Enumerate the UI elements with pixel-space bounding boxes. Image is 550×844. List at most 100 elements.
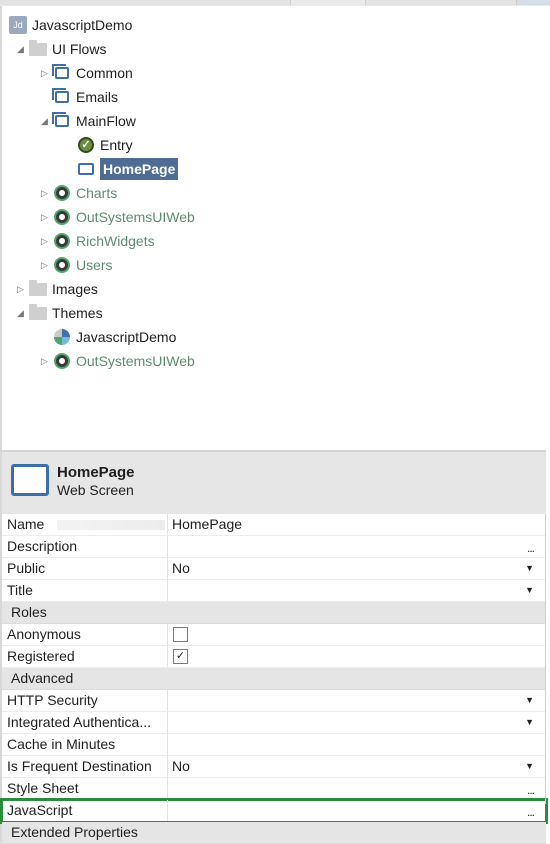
tree-item-theme-javascriptdemo[interactable]: JavascriptDemo	[52, 326, 176, 348]
collapse-triangle-icon[interactable]: ▷	[40, 260, 49, 270]
property-row-javascript[interactable]: JavaScript ...	[0, 798, 548, 824]
tree-item-homepage[interactable]: HomePage	[76, 158, 179, 180]
property-value-name[interactable]: HomePage	[172, 514, 242, 535]
expand-triangle-icon[interactable]: ◢	[40, 116, 49, 126]
properties-grid: Name HomePage Description ... Public No …	[0, 514, 548, 844]
property-label: Public	[7, 560, 46, 576]
tree-item-label-selected: HomePage	[100, 158, 179, 180]
tree-item-label: Common	[76, 65, 133, 81]
folder-icon	[28, 279, 48, 299]
property-label: JavaScript	[7, 802, 73, 818]
tree-item-charts[interactable]: ▷ Charts	[40, 182, 117, 204]
section-advanced[interactable]: Advanced	[2, 668, 546, 690]
grid-right-border	[545, 514, 546, 804]
property-row-integrated-auth[interactable]: Integrated Authentica... ▼	[2, 712, 546, 734]
folder-icon	[28, 303, 48, 323]
dropdown-arrow-icon[interactable]: ▼	[525, 756, 534, 777]
module-icon	[52, 255, 72, 275]
flow-icon	[52, 111, 72, 131]
anonymous-checkbox[interactable]	[173, 627, 188, 642]
property-label: Is Frequent Destination	[7, 758, 152, 774]
ellipsis-button[interactable]: ...	[527, 780, 535, 801]
property-row-frequent-destination[interactable]: Is Frequent Destination No ▼	[2, 756, 546, 778]
property-value-public[interactable]: No	[172, 558, 190, 579]
tree-item-images[interactable]: ▷ Images	[16, 278, 98, 300]
tree-item-emails[interactable]: Emails	[52, 86, 118, 108]
property-label: Style Sheet	[7, 780, 79, 796]
module-icon	[52, 231, 72, 251]
tree-item-label: Images	[52, 281, 98, 297]
collapse-triangle-icon[interactable]: ▷	[40, 212, 49, 222]
tab-middle[interactable]	[365, 0, 517, 5]
property-label: Title	[7, 582, 33, 598]
expand-triangle-icon[interactable]: ◢	[16, 44, 25, 54]
section-extended-properties[interactable]: Extended Properties	[2, 822, 546, 844]
section-label: Roles	[11, 604, 47, 620]
tree-item-outsystemsuiweb[interactable]: ▷ OutSystemsUIWeb	[40, 206, 195, 228]
blurred-text	[57, 520, 165, 530]
tree-item-label: JavascriptDemo	[76, 329, 177, 345]
section-label: Advanced	[11, 670, 74, 686]
ellipsis-button[interactable]: ...	[527, 802, 535, 823]
property-label: Registered	[7, 648, 75, 664]
property-label: Cache in Minutes	[7, 736, 116, 752]
flow-icon	[52, 87, 72, 107]
module-icon	[52, 183, 72, 203]
tree-item-theme-outsystemsuiweb[interactable]: ▷ OutSystemsUIWeb	[40, 350, 195, 372]
property-row-cache[interactable]: Cache in Minutes	[2, 734, 546, 756]
registered-checkbox[interactable]: ✓	[173, 649, 188, 664]
tree-item-richwidgets[interactable]: ▷ RichWidgets	[40, 230, 155, 252]
entry-icon: ✓	[76, 135, 96, 155]
tree-item-ui-flows[interactable]: ◢ UI Flows	[16, 38, 106, 60]
dropdown-arrow-icon[interactable]: ▼	[525, 690, 534, 711]
theme-icon	[52, 327, 72, 347]
tree-item-label: OutSystemsUIWeb	[76, 353, 195, 369]
property-label: Integrated Authentica...	[7, 714, 151, 730]
collapse-triangle-icon[interactable]: ▷	[40, 356, 49, 366]
folder-icon	[28, 39, 48, 59]
tab-right[interactable]	[517, 0, 550, 5]
web-screen-icon	[11, 464, 49, 496]
property-row-http-security[interactable]: HTTP Security ▼	[2, 690, 546, 712]
tree-item-label: UI Flows	[52, 41, 107, 57]
property-row-public[interactable]: Public No ▼	[2, 558, 546, 580]
tree-item-common[interactable]: ▷ Common	[40, 62, 133, 84]
dropdown-arrow-icon[interactable]: ▼	[525, 558, 534, 579]
tree-item-label: Charts	[76, 185, 118, 201]
tree-item-themes[interactable]: ◢ Themes	[16, 302, 103, 324]
expand-triangle-icon[interactable]: ◢	[16, 308, 25, 318]
property-row-anonymous[interactable]: Anonymous	[2, 624, 546, 646]
section-roles[interactable]: Roles	[2, 602, 546, 624]
tree-item-label: JavascriptDemo	[32, 17, 133, 33]
property-row-title[interactable]: Title ▼	[2, 580, 546, 602]
tree-item-label: Themes	[52, 305, 103, 321]
property-row-style-sheet[interactable]: Style Sheet ...	[2, 778, 546, 800]
module-icon	[52, 207, 72, 227]
collapse-triangle-icon[interactable]: ▷	[16, 284, 25, 294]
property-row-description[interactable]: Description ...	[2, 536, 546, 558]
ellipsis-button[interactable]: ...	[527, 538, 535, 559]
tree-item-mainflow[interactable]: ◢ MainFlow	[40, 110, 136, 132]
property-row-registered[interactable]: Registered ✓	[2, 646, 546, 668]
tree-item-label: RichWidgets	[76, 233, 155, 249]
collapse-triangle-icon[interactable]: ▷	[40, 236, 49, 246]
dropdown-arrow-icon[interactable]: ▼	[525, 580, 534, 601]
tab-left[interactable]	[0, 0, 291, 5]
properties-header: HomePage Web Screen	[0, 452, 546, 514]
screen-icon	[76, 159, 96, 179]
tree-item-label: MainFlow	[76, 113, 136, 129]
property-value-frequent-destination[interactable]: No	[172, 756, 190, 777]
application-icon: Jd	[8, 15, 28, 35]
tree-item-users[interactable]: ▷ Users	[40, 254, 113, 276]
tree-item-app[interactable]: Jd JavascriptDemo	[8, 14, 132, 36]
tree-item-label: Entry	[100, 137, 133, 153]
tree-item-label: OutSystemsUIWeb	[76, 209, 195, 225]
flow-icon	[52, 63, 72, 83]
dropdown-arrow-icon[interactable]: ▼	[525, 712, 534, 733]
element-type: Web Screen	[57, 482, 134, 498]
collapse-triangle-icon[interactable]: ▷	[40, 188, 49, 198]
tree-item-entry[interactable]: ✓ Entry	[76, 134, 133, 156]
property-row-name[interactable]: Name HomePage	[2, 514, 546, 536]
collapse-triangle-icon[interactable]: ▷	[40, 68, 49, 78]
tree-item-label: Users	[76, 257, 113, 273]
